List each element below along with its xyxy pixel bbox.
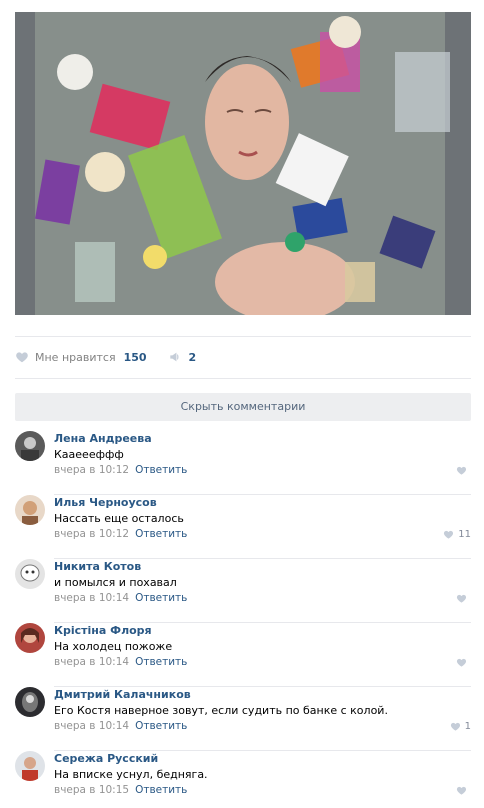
comment-item: Дмитрий Калачников Его Костя наверное зо…	[15, 687, 471, 751]
divider-top	[15, 336, 471, 337]
comment-meta: вчера в 10:14 Ответить	[54, 720, 187, 732]
comment-meta: вчера в 10:15 Ответить	[54, 784, 187, 796]
share-button[interactable]: 2	[169, 350, 197, 364]
heart-icon[interactable]	[15, 350, 29, 364]
comment-item: Лена Андреева Кааеееффф вчера в 10:12 Отв…	[15, 431, 471, 495]
avatar[interactable]	[15, 623, 45, 653]
comment-text: Его Костя наверное зовут, если судить по…	[54, 704, 388, 717]
comment-time[interactable]: вчера в 10:12	[54, 464, 129, 476]
avatar[interactable]	[15, 751, 45, 781]
comment-like-count: 1	[464, 721, 471, 732]
comment-like-button[interactable]	[456, 785, 471, 796]
comment-like-count: 11	[458, 529, 471, 540]
avatar[interactable]	[15, 495, 45, 525]
comment-author[interactable]: Сережа Русский	[54, 752, 158, 765]
heart-icon	[456, 594, 467, 603]
heart-icon	[456, 466, 467, 475]
comment-like-button[interactable]: 11	[443, 529, 471, 540]
comment-meta: вчера в 10:14 Ответить	[54, 656, 187, 668]
reply-link[interactable]: Ответить	[135, 464, 187, 476]
reply-link[interactable]: Ответить	[135, 656, 187, 668]
comment-author[interactable]: Дмитрий Калачников	[54, 688, 191, 701]
heart-icon	[444, 530, 454, 539]
comment-author[interactable]: Никита Котов	[54, 560, 141, 573]
heart-icon	[450, 722, 460, 731]
comment-time[interactable]: вчера в 10:14	[54, 720, 129, 732]
divider-bottom	[15, 378, 471, 379]
share-count: 2	[188, 350, 197, 364]
reply-link[interactable]: Ответить	[135, 592, 187, 604]
comment-item: Крістіна Флоря На холодец пожоже вчера в…	[15, 623, 471, 687]
comment-text: На вписке уснул, бедняга.	[54, 768, 208, 781]
comment-time[interactable]: вчера в 10:14	[54, 656, 129, 668]
comment-text: Кааеееффф	[54, 448, 124, 461]
comment-text: Нассать еще осталось	[54, 512, 184, 525]
comment-item: Никита Котов и помылся и похавал вчера в…	[15, 559, 471, 623]
comment-author[interactable]: Лена Андреева	[54, 432, 152, 445]
post-photo[interactable]	[15, 12, 471, 315]
like-label[interactable]: Мне нравится	[35, 351, 116, 364]
comment-time[interactable]: вчера в 10:15	[54, 784, 129, 796]
comment-meta: вчера в 10:12 Ответить	[54, 464, 187, 476]
comment-like-button[interactable]: 1	[450, 721, 471, 732]
comment-author[interactable]: Илья Черноусов	[54, 496, 157, 509]
comment-text: и помылся и похавал	[54, 576, 177, 589]
comment-time[interactable]: вчера в 10:12	[54, 528, 129, 540]
comment-text: На холодец пожоже	[54, 640, 173, 653]
comment-like-button[interactable]	[456, 657, 471, 668]
reply-link[interactable]: Ответить	[135, 784, 187, 796]
comment-author[interactable]: Крістіна Флоря	[54, 624, 152, 637]
heart-icon	[456, 658, 467, 667]
avatar[interactable]	[15, 559, 45, 589]
reply-link[interactable]: Ответить	[135, 528, 187, 540]
reply-link[interactable]: Ответить	[135, 720, 187, 732]
avatar[interactable]	[15, 431, 45, 461]
comment-like-button[interactable]	[456, 593, 471, 604]
like-count[interactable]: 150	[124, 351, 147, 364]
comment-like-button[interactable]	[456, 465, 471, 476]
comment-item: Сережа Русский На вписке уснул, бедняга.…	[15, 751, 471, 808]
hide-comments-button[interactable]: Скрыть комментарии	[15, 393, 471, 421]
post-actions: Мне нравится 150 2	[15, 347, 196, 367]
megaphone-icon	[169, 352, 179, 362]
comment-time[interactable]: вчера в 10:14	[54, 592, 129, 604]
comment-item: Илья Черноусов Нассать еще осталось вчер…	[15, 495, 471, 559]
comment-meta: вчера в 10:14 Ответить	[54, 592, 187, 604]
comment-meta: вчера в 10:12 Ответить	[54, 528, 187, 540]
heart-icon	[456, 786, 467, 795]
avatar[interactable]	[15, 687, 45, 717]
